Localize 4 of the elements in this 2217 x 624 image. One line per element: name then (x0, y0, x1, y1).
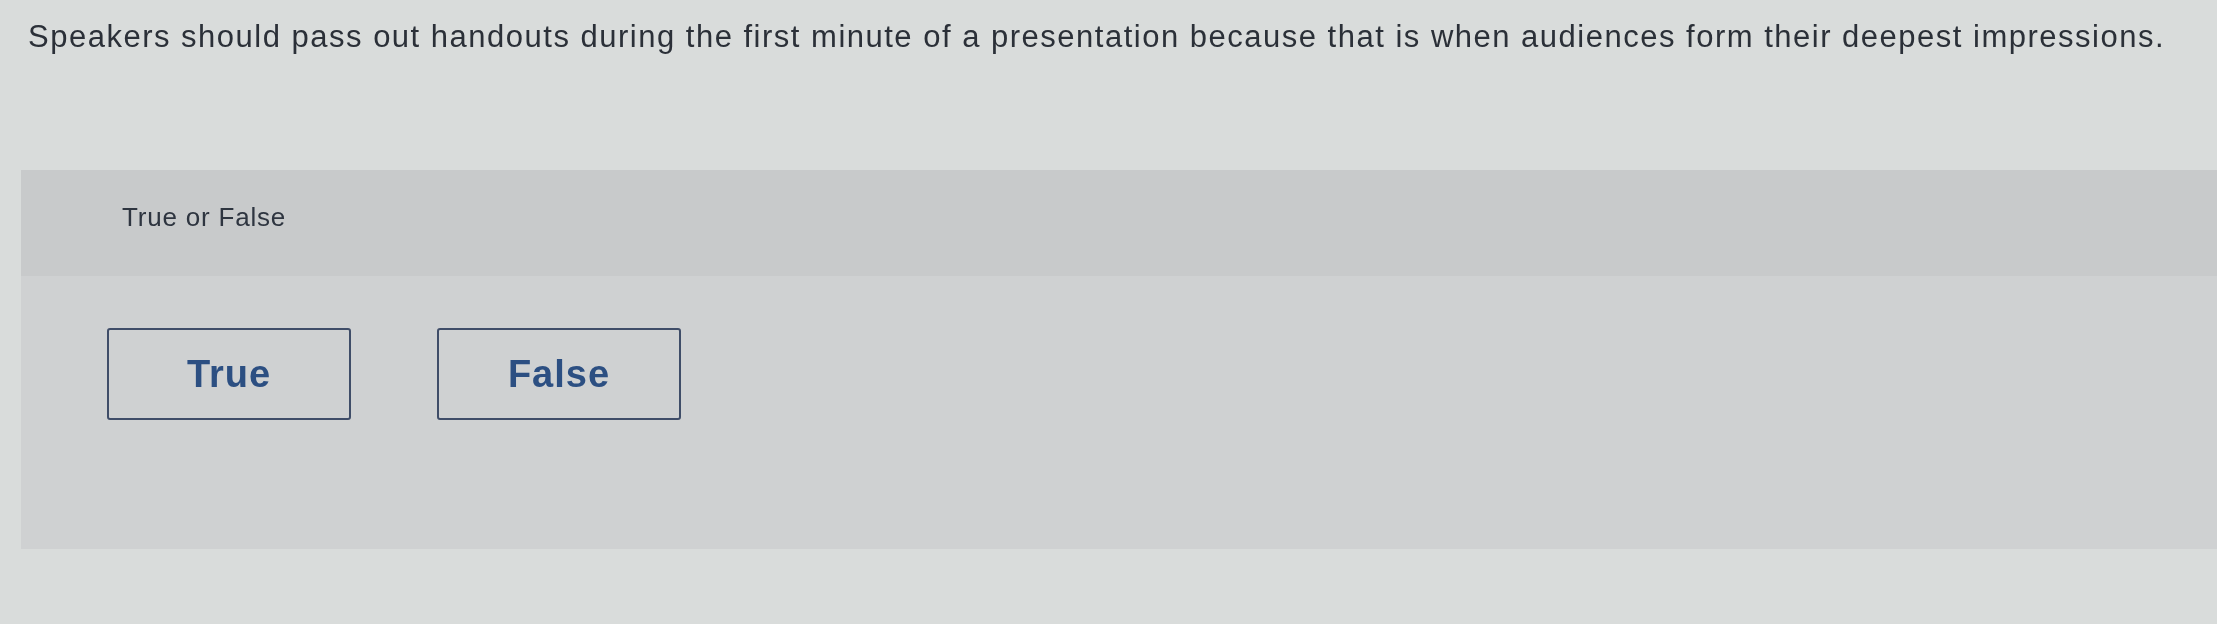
question-text: Speakers should pass out handouts during the first minute of a presentation because that is when audiences form their deepest impressions. (28, 18, 2166, 56)
answer-option-button[interactable]: True (107, 328, 351, 420)
prompt-label: True or False (122, 201, 287, 233)
answer-option-button[interactable]: False (437, 328, 681, 420)
